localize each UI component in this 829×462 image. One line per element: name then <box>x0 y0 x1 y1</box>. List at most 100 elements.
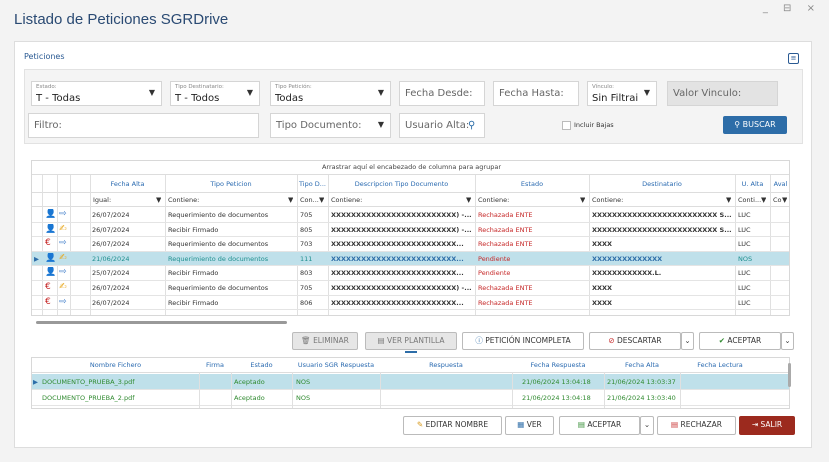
filter-icon[interactable]: ▼ <box>782 196 787 204</box>
vinculo-select[interactable]: Vínculo: Sin Filtrai ▼ <box>587 81 657 106</box>
ver-plantilla-button[interactable]: ▤ VER PLANTILLA <box>365 332 457 350</box>
eliminar-button[interactable]: 🗑 ELIMINAR <box>292 332 358 350</box>
row-indicator-icon: ▶ <box>33 378 38 386</box>
incluir-bajas-label: Incluir Bajas <box>574 121 614 129</box>
exit-icon: ⇥ <box>751 420 761 429</box>
column-filter[interactable]: Contiene: <box>773 196 782 204</box>
tipo-peticion-select[interactable]: Tipo Petición: Todas ▼ <box>270 81 391 106</box>
column-header[interactable]: Respuesta <box>380 361 512 369</box>
filter-icon[interactable]: ▼ <box>319 196 324 204</box>
table-row[interactable]: € ✍ 26/07/2024 Requerimiento de document… <box>32 281 789 296</box>
user-icon: 👤 <box>45 267 57 278</box>
column-header[interactable]: Tipo Peticion <box>165 180 297 188</box>
valor-vinculo-input: Valor Vinculo: <box>667 81 778 106</box>
aceptar-button[interactable]: ✔ ACEPTAR <box>699 332 781 350</box>
row-indicator-icon: ▶ <box>34 254 39 263</box>
search-icon[interactable]: ⚲ <box>468 120 475 131</box>
editar-nombre-button[interactable]: ✎ EDITAR NOMBRE <box>403 416 502 435</box>
aceptar-fichero-dropdown[interactable]: ⌄ <box>640 416 654 435</box>
salir-button[interactable]: ⇥ SALIR <box>739 416 795 435</box>
filter-icon[interactable]: ▼ <box>726 196 731 204</box>
peticiones-grid[interactable]: Arrastrar aquí el encabezado de columna … <box>31 160 790 316</box>
fecha-hasta-input[interactable]: Fecha Hasta: <box>493 81 579 106</box>
fecha-desde-input[interactable]: Fecha Desde: <box>399 81 485 106</box>
window-controls[interactable]: _ ⊟ × <box>763 3 821 14</box>
table-row[interactable]: 👤 ✍ 26/07/2024 Recibir Firmado 805 XXXXX… <box>32 223 789 238</box>
reject-doc-icon: ▤ <box>671 420 681 429</box>
window-title: Listado de Peticiones SGRDrive <box>14 11 229 28</box>
aceptar-fichero-button[interactable]: ▤ ACEPTAR <box>559 416 640 435</box>
column-filter[interactable]: Conti... <box>738 196 761 204</box>
chevron-down-icon: ▼ <box>377 120 384 129</box>
rechazar-button[interactable]: ▤ RECHAZAR <box>657 416 736 435</box>
group-hint: Arrastrar aquí el encabezado de columna … <box>321 163 501 171</box>
column-header[interactable]: Tipo D... <box>297 180 328 188</box>
table-row[interactable]: 👤 ⇨ 26/07/2024 Requerimiento de document… <box>32 208 789 223</box>
ficheros-grid[interactable]: Nombre Fichero Firma Estado Usuario SGR Res… <box>31 357 790 409</box>
table-row[interactable]: € ⇨ 26/07/2024 Requerimiento de document… <box>32 237 789 252</box>
table-row[interactable]: 👤 ⇨ 25/07/2024 Recibir Firmado 803 XXXXX… <box>32 266 789 281</box>
usuario-alta-input[interactable]: Usuario Alta: ⚲ <box>399 113 485 138</box>
ver-button[interactable]: ▦ VER <box>505 416 554 435</box>
column-filter[interactable]: Contiene: <box>168 196 288 204</box>
filter-icon[interactable]: ▼ <box>761 196 766 204</box>
horizontal-scrollbar[interactable] <box>36 321 287 324</box>
buscar-button[interactable]: ⚲ BUSCAR <box>723 116 787 134</box>
chevron-down-icon: ▼ <box>643 88 650 97</box>
filter-icon[interactable]: ▼ <box>466 196 471 204</box>
document-icon: ▤ <box>377 336 387 345</box>
column-filter[interactable]: Contiene: <box>592 196 726 204</box>
splitter-handle[interactable] <box>405 351 417 353</box>
column-header[interactable]: Descripcion Tipo Documento <box>328 180 475 188</box>
tipo-destinatario-select[interactable]: Tipo Destinatario: T - Todos ▼ <box>170 81 260 106</box>
trash-icon: 🗑 <box>301 336 314 345</box>
vertical-scrollbar[interactable] <box>788 363 791 387</box>
column-header[interactable]: Firma <box>199 361 231 369</box>
document-arrow-icon: ⇨ <box>59 238 67 249</box>
estado-select[interactable]: Estado: T - Todas ▼ <box>31 81 162 106</box>
panel-menu-icon[interactable]: ≡ <box>788 53 799 64</box>
column-header[interactable]: Usuario SGR Respuesta <box>292 361 380 369</box>
signature-icon: ✍ <box>59 252 67 263</box>
chevron-down-icon: ▼ <box>377 88 384 97</box>
column-header[interactable]: Estado <box>475 180 589 188</box>
column-header[interactable]: Fecha Alta <box>90 180 165 188</box>
tipo-documento-select[interactable]: Tipo Documento: ▼ <box>270 113 391 138</box>
column-header[interactable]: Aval <box>770 180 789 188</box>
filtro-input[interactable]: Filtro: <box>28 113 259 138</box>
chevron-down-icon: ⌄ <box>784 336 791 345</box>
peticion-incompleta-button[interactable]: ⓘ PETICIÓN INCOMPLETA <box>462 332 584 350</box>
column-header[interactable]: Nombre Fichero <box>32 361 199 369</box>
chevron-down-icon: ▼ <box>246 88 253 97</box>
column-header[interactable]: Destinatario <box>589 180 735 188</box>
user-icon: 👤 <box>45 223 57 234</box>
column-header[interactable]: Fecha Alta <box>604 361 680 369</box>
column-header[interactable]: Estado <box>231 361 292 369</box>
aceptar-dropdown[interactable]: ⌄ <box>781 332 794 350</box>
document-arrow-icon: ⇨ <box>59 296 67 307</box>
panel-title: Peticiones <box>24 52 65 61</box>
column-header[interactable]: Fecha Respuesta <box>512 361 604 369</box>
filter-icon[interactable]: ▼ <box>156 196 161 204</box>
column-header[interactable]: Fecha Lectura <box>680 361 760 369</box>
descartar-dropdown[interactable]: ⌄ <box>681 332 694 350</box>
filter-icon[interactable]: ▼ <box>580 196 585 204</box>
descartar-button[interactable]: ⊘ DESCARTAR <box>589 332 681 350</box>
filter-icon[interactable]: ▼ <box>288 196 293 204</box>
column-filter[interactable]: Con... <box>300 196 319 204</box>
accept-doc-icon: ▤ <box>577 420 588 429</box>
info-icon: ⓘ <box>475 336 486 345</box>
table-row[interactable]: DOCUMENTO_PRUEBA_2.pdf Aceptado NOS 21/0… <box>32 390 789 406</box>
column-header[interactable]: U. Alta <box>735 180 770 188</box>
view-icon: ▦ <box>517 420 527 429</box>
column-filter[interactable]: Contiene: <box>478 196 580 204</box>
table-row[interactable]: € ⇨ 26/07/2024 Recibir Firmado 806 XXXXX… <box>32 296 789 311</box>
table-row[interactable]: ▶ DOCUMENTO_PRUEBA_3.pdf Aceptado NOS 21… <box>32 374 789 390</box>
incluir-bajas-checkbox[interactable] <box>562 121 571 130</box>
table-row[interactable]: ▶ 👤 ✍ 21/06/2024 Requerimiento de docume… <box>32 251 789 267</box>
search-icon: ⚲ <box>734 120 743 129</box>
column-filter[interactable]: Igual: <box>93 196 156 204</box>
column-filter[interactable]: Contiene: <box>331 196 466 204</box>
chevron-down-icon: ⌄ <box>643 420 651 429</box>
chevron-down-icon: ⌄ <box>684 336 691 345</box>
